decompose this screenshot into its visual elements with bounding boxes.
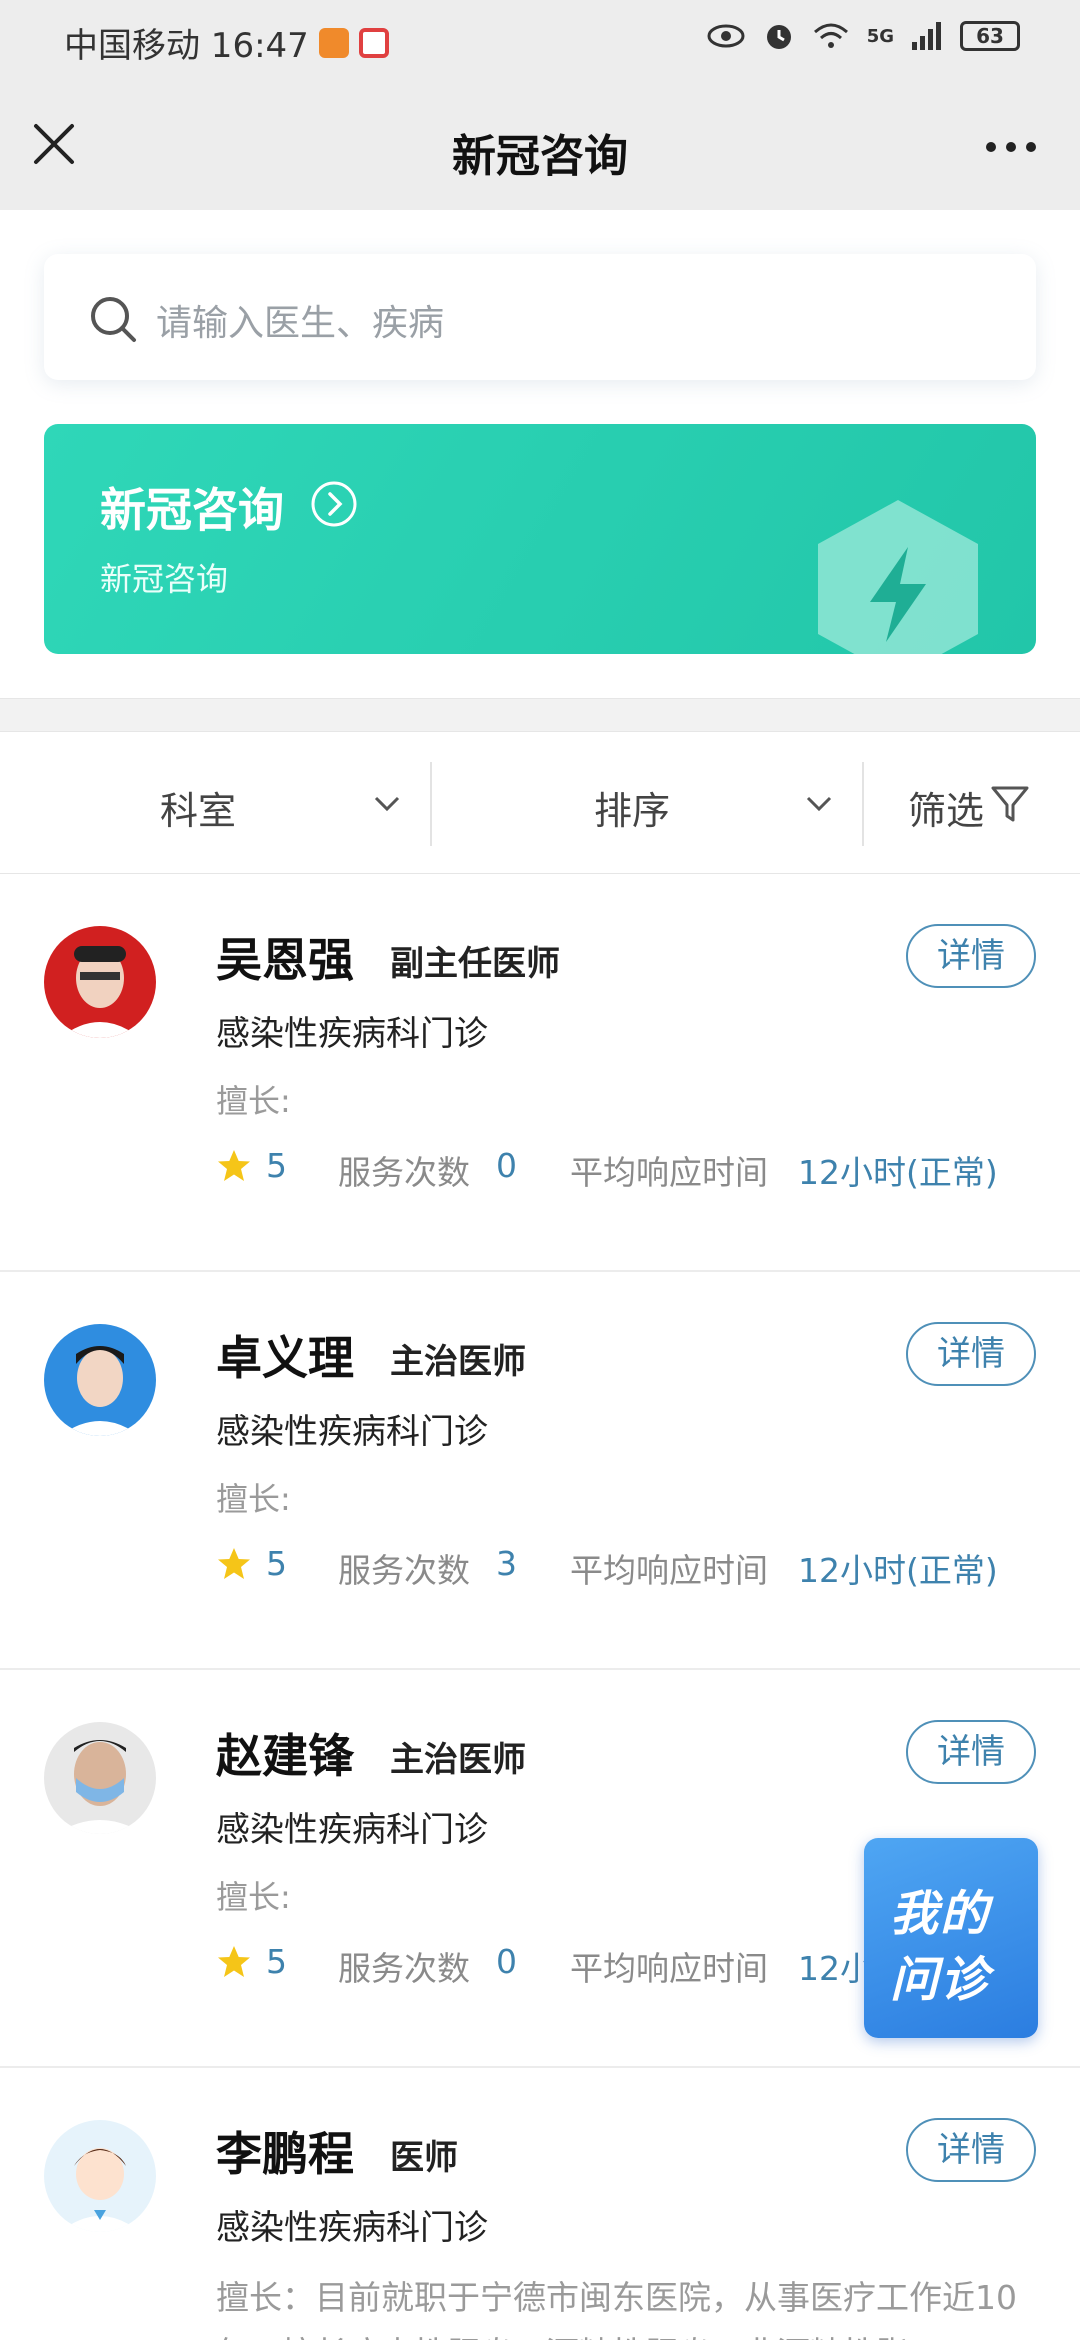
status-right: 5G 63 — [707, 20, 1020, 52]
detail-button[interactable]: 详情 — [906, 2118, 1036, 2182]
doctor-department: 感染性疾病科门诊 — [216, 2208, 488, 2248]
rating: 5 — [266, 1146, 287, 1185]
more-menu-icon[interactable] — [986, 142, 1036, 152]
chevron-down-icon[interactable] — [372, 794, 402, 814]
response-time: 12小时(正常) — [798, 1551, 998, 1590]
service-count: 0 — [496, 1942, 517, 1981]
response-time-label: 平均响应时间 — [570, 1153, 768, 1192]
banner-subtitle: 新冠咨询 — [100, 560, 229, 598]
doctor-skill: 擅长: — [216, 1082, 291, 1120]
status-bar: 中国移动 16:47 5G 63 — [0, 0, 1080, 82]
divider — [430, 762, 432, 846]
service-count-label: 服务次数 — [338, 1551, 470, 1590]
eye-icon — [707, 24, 745, 48]
service-count: 0 — [496, 1146, 517, 1185]
avatar — [44, 1324, 156, 1436]
floating-label-line1: 我的 — [890, 1886, 991, 1942]
doctor-name: 李鹏程 — [216, 2127, 354, 2181]
detail-button[interactable]: 详情 — [906, 1720, 1036, 1784]
battery-indicator: 63 — [960, 21, 1020, 51]
signal-icon — [912, 22, 941, 50]
doctor-department: 感染性疾病科门诊 — [216, 1412, 488, 1452]
doctor-skill: 擅长：目前就职于宁德市闽东医院，从事医疗工作近10年，擅长病毒性肝炎、酒精性肝炎… — [216, 2278, 1017, 2340]
banner-title: 新冠咨询 — [100, 483, 284, 537]
service-count: 3 — [496, 1544, 517, 1583]
doctor-name: 卓义理 — [216, 1331, 354, 1385]
doctor-card[interactable]: 李鹏程 医师 详情 感染性疾病科门诊 擅长：目前就职于宁德市闽东医院，从事医疗工… — [0, 2068, 1080, 2340]
service-count-label: 服务次数 — [338, 1153, 470, 1192]
detail-button[interactable]: 详情 — [906, 1322, 1036, 1386]
response-time: 12小时(正常) — [798, 1153, 998, 1192]
network-type: 5G — [866, 25, 894, 47]
lightning-badge-icon — [818, 500, 978, 654]
floating-label-line2: 问诊 — [890, 1952, 991, 2008]
doctor-title: 副主任医师 — [390, 944, 560, 984]
filter-bar: 科室 排序 筛选 — [0, 732, 1080, 874]
page-title: 新冠咨询 — [452, 131, 628, 182]
doctor-title: 主治医师 — [390, 1342, 526, 1382]
doctor-department: 感染性疾病科门诊 — [216, 1810, 488, 1850]
nav-bar: 新冠咨询 — [0, 82, 1080, 210]
record-notification-icon — [358, 27, 389, 58]
funnel-icon[interactable] — [990, 784, 1030, 824]
divider — [862, 762, 864, 846]
chevron-right-circle-icon — [311, 481, 357, 527]
search-icon — [91, 297, 136, 342]
doctor-skill: 擅长: — [216, 1480, 291, 1518]
search-input[interactable]: 请输入医生、疾病 — [44, 254, 1036, 380]
rating: 5 — [266, 1942, 287, 1981]
wifi-icon — [813, 23, 848, 48]
doctor-skill: 擅长: — [216, 1878, 291, 1916]
avatar — [44, 2120, 156, 2232]
department-filter[interactable]: 科室 — [160, 780, 236, 835]
doctor-title: 主治医师 — [390, 1740, 526, 1780]
response-time-label: 平均响应时间 — [570, 1949, 768, 1988]
star-icon — [218, 1548, 250, 1579]
doctor-card[interactable]: 吴恩强 副主任医师 详情 感染性疾病科门诊 擅长: 5 服务次数 0 平均响应时… — [0, 874, 1080, 1272]
carrier-time: 中国移动 16:47 — [64, 26, 309, 66]
sort-filter[interactable]: 排序 — [594, 780, 670, 835]
alarm-icon — [766, 25, 791, 49]
detail-button[interactable]: 详情 — [906, 924, 1036, 988]
my-consultation-button[interactable]: 我的 问诊 — [864, 1838, 1038, 2038]
chevron-down-icon[interactable] — [804, 794, 834, 814]
covid-consult-banner[interactable]: 新冠咨询 新冠咨询 — [44, 424, 1036, 654]
service-count-label: 服务次数 — [338, 1949, 470, 1988]
battery-level: 63 — [976, 24, 1004, 48]
doctor-title: 医师 — [390, 2138, 458, 2178]
avatar — [44, 1722, 156, 1834]
response-time-label: 平均响应时间 — [570, 1551, 768, 1590]
screen-filter[interactable]: 筛选 — [908, 780, 984, 835]
section-separator — [0, 698, 1080, 732]
star-icon — [218, 1946, 250, 1977]
avatar — [44, 926, 156, 1038]
doctor-name: 吴恩强 — [216, 933, 354, 987]
doctor-card[interactable]: 卓义理 主治医师 详情 感染性疾病科门诊 擅长: 5 服务次数 3 平均响应时间… — [0, 1272, 1080, 1670]
doctor-name: 赵建锋 — [216, 1729, 354, 1783]
doctor-department: 感染性疾病科门诊 — [216, 1014, 488, 1054]
status-left: 中国移动 16:47 — [64, 18, 389, 67]
app-notification-icon — [318, 27, 349, 58]
star-icon — [218, 1150, 250, 1181]
search-placeholder: 请输入医生、疾病 — [156, 303, 445, 344]
rating: 5 — [266, 1544, 287, 1583]
